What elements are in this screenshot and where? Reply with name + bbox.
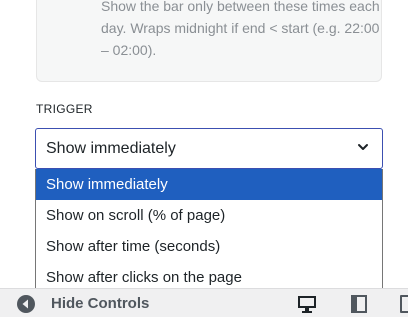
trigger-label: TRIGGER [36, 102, 93, 116]
settings-panel: Show the bar only between these times ea… [0, 0, 408, 317]
trigger-select[interactable]: Show immediately [35, 128, 383, 169]
help-box: Show the bar only between these times ea… [36, 0, 382, 82]
trigger-dropdown-list: Show immediately Show on scroll (% of pa… [35, 169, 383, 293]
option-show-immediately[interactable]: Show immediately [36, 169, 382, 200]
option-show-after-time[interactable]: Show after time (seconds) [36, 231, 382, 262]
collapse-arrow-icon [17, 295, 35, 313]
tablet-preview-icon[interactable] [348, 293, 370, 315]
footer-bar: Hide Controls [0, 288, 408, 317]
mobile-preview-icon[interactable] [398, 293, 408, 315]
chevron-down-icon [358, 144, 368, 150]
help-text: Show the bar only between these times ea… [101, 0, 380, 58]
trigger-selected-value: Show immediately [46, 140, 176, 157]
option-show-on-scroll[interactable]: Show on scroll (% of page) [36, 200, 382, 231]
desktop-preview-icon[interactable] [296, 293, 318, 315]
hide-controls-label: Hide Controls [51, 295, 150, 312]
